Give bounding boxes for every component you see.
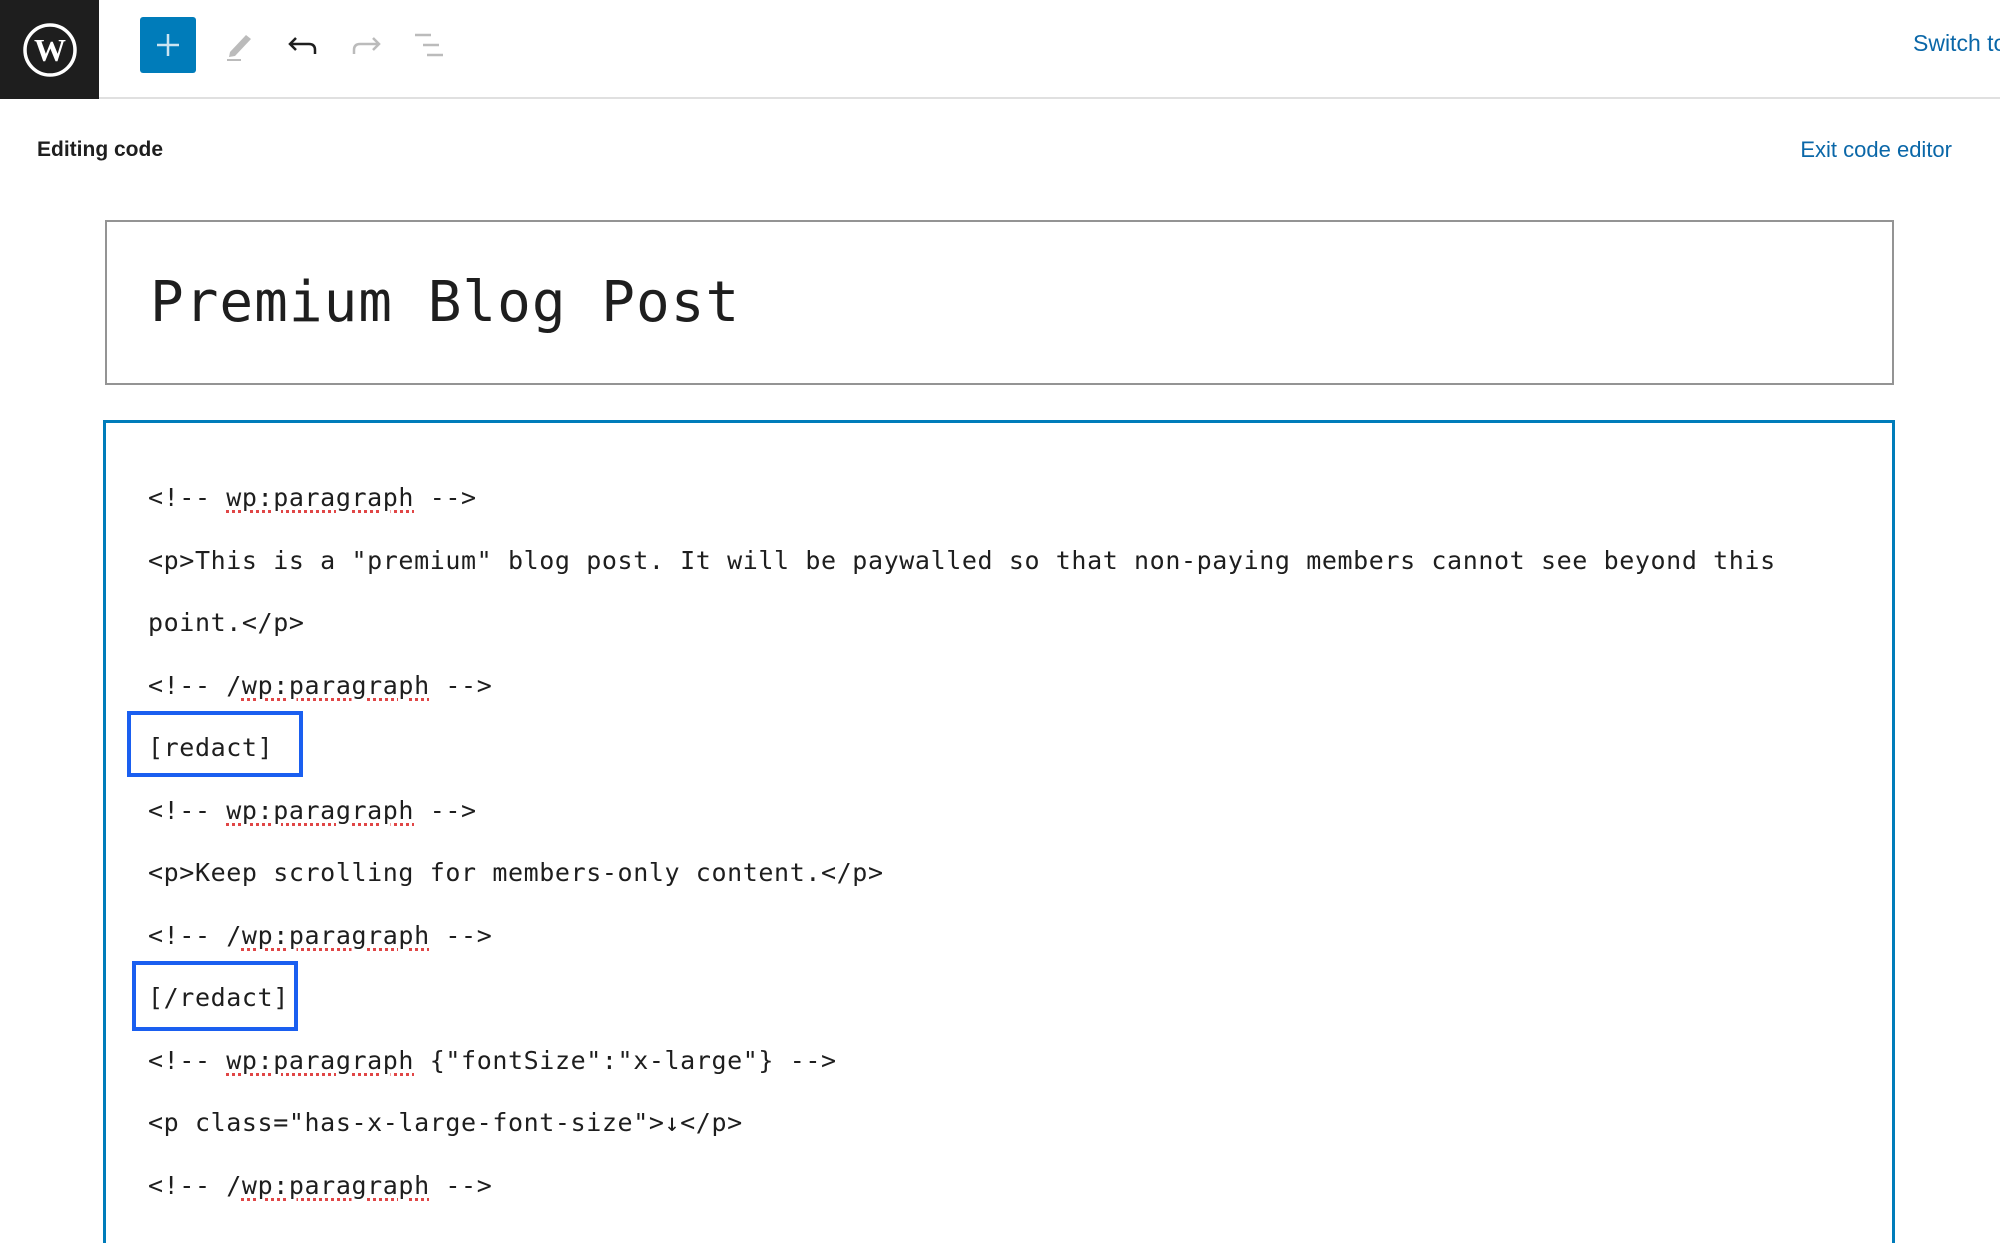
code-line: <p>This is a "premium" blog post. It wil…	[148, 546, 1776, 576]
wordpress-logo-icon: W	[22, 22, 77, 77]
pencil-icon	[227, 35, 251, 61]
redo-icon	[352, 37, 381, 54]
code-text: <p>This is a "premium" blog post. It wil…	[148, 545, 1776, 575]
code-text: -->	[429, 920, 493, 950]
code-text: <!--	[148, 483, 227, 512]
spellcheck-flagged-word: wp:paragraph	[226, 483, 415, 512]
code-line: <p class="has-x-large-font-size">↓</p>	[148, 1108, 743, 1138]
code-line: point.</p>	[148, 608, 305, 638]
code-text: -->	[429, 1170, 493, 1200]
code-text: <!-- /	[148, 1170, 242, 1200]
code-line: <!-- /wp:paragraph -->	[148, 1171, 492, 1201]
plus-icon	[157, 34, 179, 56]
spellcheck-flagged-word: wp:paragraph	[226, 1045, 415, 1075]
code-line: <p>Keep scrolling for members-only conte…	[148, 858, 884, 888]
post-title[interactable]: Premium Blog Post	[150, 270, 740, 335]
editing-code-label: Editing code	[37, 138, 163, 161]
add-block-button[interactable]	[140, 17, 196, 73]
top-toolbar: W Switch to	[0, 0, 2000, 99]
spellcheck-flagged-word: wp:paragraph	[226, 795, 415, 825]
code-text: point.</p>	[148, 608, 305, 637]
wordpress-logo-button[interactable]: W	[0, 0, 99, 99]
code-text: <p>Keep scrolling for members-only conte…	[148, 858, 884, 887]
redact-close-highlight	[132, 961, 298, 1031]
redact-open-highlight	[127, 711, 303, 777]
code-text: <!-- /	[148, 670, 242, 700]
spellcheck-flagged-word: wp:paragraph	[241, 920, 430, 950]
document-overview-button[interactable]	[401, 17, 457, 73]
code-text: <!--	[148, 1045, 227, 1075]
switch-link[interactable]: Switch to	[1913, 30, 2000, 57]
code-editor-textarea[interactable]: <!-- wp:paragraph --> <p>This is a "premi…	[103, 420, 1895, 1243]
redo-button[interactable]	[338, 17, 394, 73]
code-text: -->	[414, 795, 477, 825]
code-line: <!-- wp:paragraph -->	[148, 796, 477, 826]
svg-text:W: W	[34, 32, 66, 68]
code-text: <!-- /	[148, 920, 242, 950]
exit-code-editor-link[interactable]: Exit code editor	[1800, 137, 1952, 163]
spellcheck-flagged-word: wp:paragraph	[241, 1170, 430, 1200]
undo-button[interactable]	[275, 17, 331, 73]
code-text: <!--	[148, 795, 227, 825]
code-text: -->	[414, 483, 477, 512]
spellcheck-flagged-word: wp:paragraph	[241, 670, 430, 700]
code-text: <p class="has-x-large-font-size">↓</p>	[148, 1108, 743, 1137]
post-title-field[interactable]: Premium Blog Post	[105, 220, 1894, 385]
code-line: <!-- wp:paragraph -->	[148, 483, 477, 513]
tools-button[interactable]	[210, 17, 266, 73]
code-line: <!-- wp:paragraph {"fontSize":"x-large"}…	[148, 1046, 837, 1076]
undo-icon	[288, 37, 317, 54]
code-text: {"fontSize":"x-large"} -->	[414, 1045, 837, 1075]
code-line: <!-- /wp:paragraph -->	[148, 921, 492, 951]
code-text: -->	[429, 670, 493, 700]
code-line: <!-- /wp:paragraph -->	[148, 671, 492, 701]
list-view-icon	[415, 33, 443, 57]
